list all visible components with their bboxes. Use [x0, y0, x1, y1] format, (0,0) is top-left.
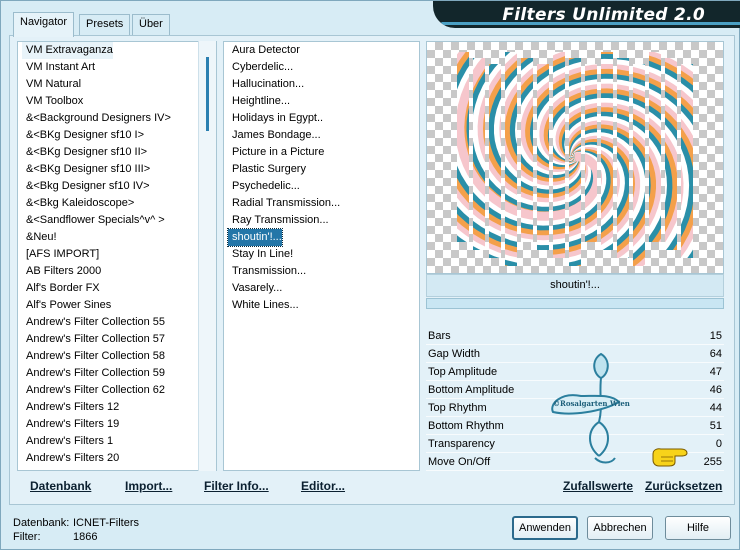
- categories-item[interactable]: Alf's Power Sines: [22, 297, 111, 314]
- editor-button[interactable]: Editor...: [301, 479, 345, 493]
- param-label: Top Amplitude: [428, 366, 498, 378]
- categories-item[interactable]: [AFS IMPORT]: [22, 246, 99, 263]
- param-label: Transparency: [428, 438, 495, 450]
- help-button[interactable]: Hilfe: [665, 516, 731, 540]
- categories-item[interactable]: &<BKg Designer sf10 III>: [22, 161, 150, 178]
- preview-image: [426, 41, 724, 274]
- progress-bar: [426, 298, 724, 309]
- filters-item[interactable]: James Bondage...: [228, 127, 321, 144]
- categories-item[interactable]: VM Instant Art: [22, 59, 95, 76]
- categories-item[interactable]: Andrew's Filter Collection 55: [22, 314, 165, 331]
- filters-item[interactable]: Radial Transmission...: [228, 195, 340, 212]
- categories-item[interactable]: &<Bkg Designer sf10 IV>: [22, 178, 150, 195]
- filters-item[interactable]: Transmission...: [228, 263, 306, 280]
- filters-item[interactable]: Stay In Line!: [228, 246, 293, 263]
- categories-item[interactable]: &<Bkg Kaleidoscope>: [22, 195, 134, 212]
- categories-item[interactable]: Andrew's Filters 1: [22, 433, 113, 450]
- filters-item[interactable]: Heightline...: [228, 93, 290, 110]
- filters-unlimited-window: Navigator Presets Über Filters Unlimited…: [0, 0, 740, 550]
- param-value[interactable]: 44: [710, 399, 722, 417]
- category-list[interactable]: VM Extravaganza VM Instant Art VM Natural V…: [17, 41, 217, 471]
- categories-item[interactable]: Andrew's Filter Collection 59: [22, 365, 165, 382]
- filters-item[interactable]: Ray Transmission...: [228, 212, 329, 229]
- cancel-button[interactable]: Abbrechen: [587, 516, 653, 540]
- title-banner: Filters Unlimited 2.0: [433, 1, 740, 28]
- categories-item[interactable]: &<Background Designers IV>: [22, 110, 171, 127]
- filters-item[interactable]: Hallucination...: [228, 76, 304, 93]
- filters-item[interactable]: shoutin'!...: [227, 228, 283, 247]
- filters-item[interactable]: Plastic Surgery: [228, 161, 306, 178]
- param-label: Bottom Rhythm: [428, 420, 504, 432]
- param-value[interactable]: 0: [716, 435, 722, 453]
- pointing-hand-icon: [652, 448, 688, 467]
- param-label: Move On/Off: [428, 456, 491, 468]
- app-title: Filters Unlimited 2.0: [502, 5, 705, 25]
- reset-button[interactable]: Zurücksetzen: [645, 479, 722, 493]
- filters-item[interactable]: Cyberdelic...: [228, 59, 293, 76]
- categories-item[interactable]: Andrew's Filters 20: [22, 450, 119, 467]
- filters-item[interactable]: White Lines...: [228, 297, 299, 314]
- param-value[interactable]: 46: [710, 381, 722, 399]
- param-label: Gap Width: [428, 348, 480, 360]
- category-scrollbar[interactable]: [198, 41, 216, 471]
- tab-navigator[interactable]: Navigator: [13, 12, 75, 37]
- tab-presets[interactable]: Presets: [79, 14, 131, 35]
- categories-item[interactable]: &<BKg Designer sf10 II>: [22, 144, 147, 161]
- filter-count-label: Filter:: [13, 531, 41, 543]
- param-row[interactable]: Bars 15: [426, 327, 724, 345]
- categories-item[interactable]: Andrew's Filter Collection 58: [22, 348, 165, 365]
- param-label: Top Rhythm: [428, 402, 487, 414]
- categories-item[interactable]: Andrew's Filters 19: [22, 416, 119, 433]
- categories-item[interactable]: Andrew's Filter Collection 62: [22, 382, 165, 399]
- categories-item[interactable]: &<Sandflower Specials^v^ >: [22, 212, 165, 229]
- param-label: Bottom Amplitude: [428, 384, 515, 396]
- category-scrollbar-thumb[interactable]: [206, 57, 209, 131]
- watermark-text: ©Rosalgarten Wien: [553, 399, 630, 408]
- categories-item[interactable]: Andrew's Filter Collection 57: [22, 331, 165, 348]
- param-value[interactable]: 51: [710, 417, 722, 435]
- param-value[interactable]: 64: [710, 345, 722, 363]
- filter-count-value: 1866: [73, 531, 98, 543]
- param-label: Bars: [428, 330, 451, 342]
- filters-item[interactable]: Picture in a Picture: [228, 144, 324, 161]
- categories-item[interactable]: VM Natural: [22, 76, 81, 93]
- categories-item[interactable]: VM Extravaganza: [22, 42, 113, 59]
- param-value[interactable]: 15: [710, 327, 722, 345]
- categories-item[interactable]: VM Toolbox: [22, 93, 83, 110]
- filters-item[interactable]: Vasarely...: [228, 280, 282, 297]
- filters-item[interactable]: Psychedelic...: [228, 178, 300, 195]
- categories-item[interactable]: &<BKg Designer sf10 I>: [22, 127, 144, 144]
- filter-info-button[interactable]: Filter Info...: [204, 479, 269, 493]
- database-value: ICNET-Filters: [73, 517, 139, 529]
- rosalgarten-watermark: ©Rosalgarten Wien: [551, 352, 630, 464]
- filters-item[interactable]: Aura Detector: [228, 42, 300, 59]
- random-values-button[interactable]: Zufallswerte: [563, 479, 633, 493]
- preview-canvas: [427, 42, 723, 274]
- selected-filter-name: shoutin'!...: [426, 274, 724, 297]
- datenbank-button[interactable]: Datenbank: [30, 479, 91, 493]
- tab-ueber[interactable]: Über: [132, 14, 170, 35]
- filters-item[interactable]: Holidays in Egypt..: [228, 110, 323, 127]
- param-value[interactable]: 47: [710, 363, 722, 381]
- categories-item[interactable]: Alf's Border FX: [22, 280, 100, 297]
- filter-list[interactable]: Aura Detector Cyberdelic... Hallucination.…: [223, 41, 420, 471]
- import-button[interactable]: Import...: [125, 479, 172, 493]
- categories-item[interactable]: AB Filters 2000: [22, 263, 101, 280]
- database-label: Datenbank:: [13, 517, 70, 529]
- apply-button[interactable]: Anwenden: [512, 516, 578, 540]
- param-value[interactable]: 255: [704, 453, 722, 471]
- categories-item[interactable]: &Neu!: [22, 229, 57, 246]
- categories-item[interactable]: Andrew's Filters 12: [22, 399, 119, 416]
